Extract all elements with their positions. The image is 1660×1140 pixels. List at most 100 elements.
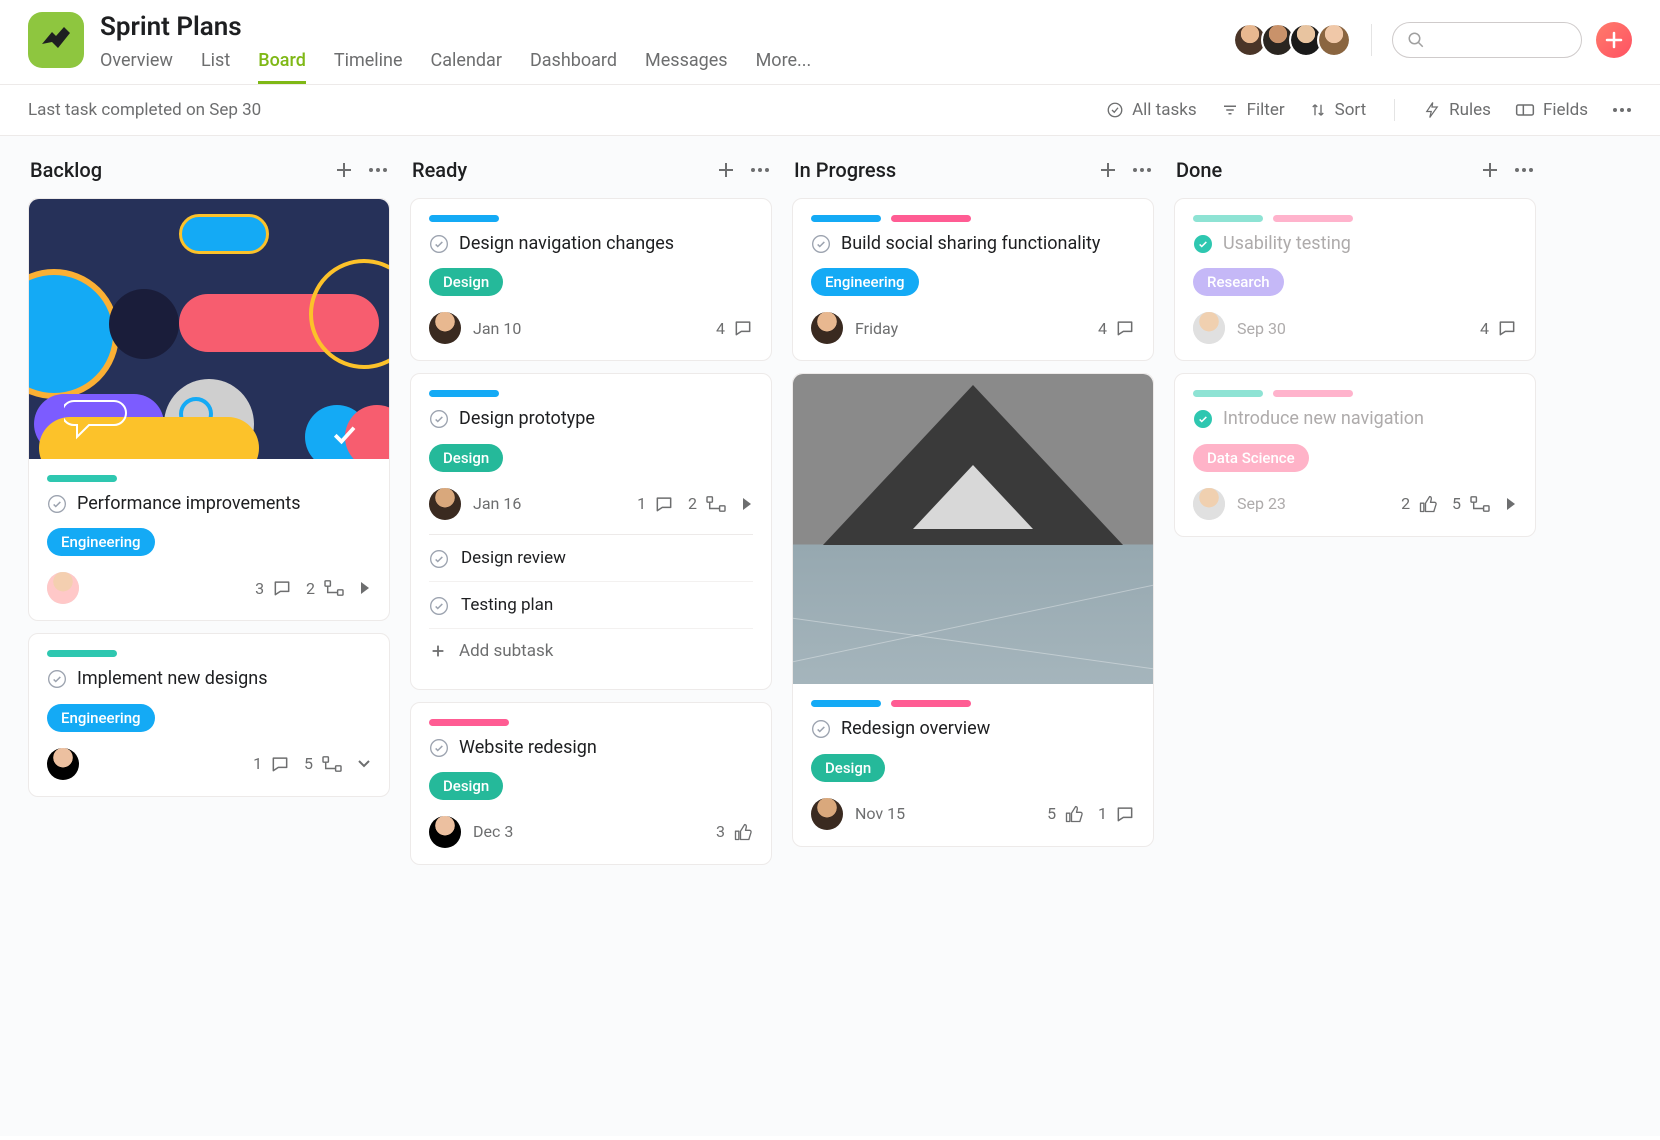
card-stripes (1193, 215, 1517, 222)
tab-dashboard[interactable]: Dashboard (530, 50, 617, 84)
sort-button[interactable]: Sort (1309, 100, 1367, 120)
tab-list[interactable]: List (201, 50, 230, 84)
assignee-avatar[interactable] (429, 488, 461, 520)
check-circle-icon[interactable] (47, 669, 67, 689)
assignee-avatar[interactable] (429, 312, 461, 344)
card[interactable]: Performance improvements Engineering 3 2 (28, 198, 390, 621)
add-card-button[interactable] (1480, 160, 1500, 180)
filter-button[interactable]: Filter (1221, 100, 1285, 120)
card-footer: Jan 10 4 (429, 312, 753, 344)
add-card-button[interactable] (1098, 160, 1118, 180)
card[interactable]: Redesign overview Design Nov 15 5 1 (792, 373, 1154, 846)
assignee-avatar[interactable] (1193, 488, 1225, 520)
card-footer: 1 5 (47, 748, 371, 780)
tag[interactable]: Engineering (47, 704, 155, 732)
card-title: Design navigation changes (459, 232, 674, 256)
assignee-avatar[interactable] (811, 798, 843, 830)
tab-calendar[interactable]: Calendar (431, 50, 502, 84)
like-count[interactable]: 2 (1401, 494, 1438, 514)
column-more-button[interactable] (1132, 160, 1152, 180)
column-more-button[interactable] (368, 160, 388, 180)
subtask-title: Testing plan (461, 595, 553, 615)
comment-count[interactable]: 1 (637, 494, 674, 514)
check-circle-icon[interactable] (47, 494, 67, 514)
tab-overview[interactable]: Overview (100, 50, 173, 84)
comment-count[interactable]: 3 (255, 578, 292, 598)
column-title: In Progress (794, 158, 1098, 182)
card[interactable]: Website redesign Design Dec 3 3 (410, 702, 772, 865)
comment-count[interactable]: 1 (1098, 804, 1135, 824)
tag[interactable]: Engineering (47, 528, 155, 556)
check-circle-icon[interactable] (429, 549, 449, 569)
subtask-count[interactable]: 5 (304, 754, 343, 773)
card[interactable]: Introduce new navigation Data Science Se… (1174, 373, 1536, 536)
search-input[interactable] (1392, 22, 1582, 58)
fields-button[interactable]: Fields (1515, 100, 1588, 120)
tag[interactable]: Design (429, 268, 503, 296)
project-icon (28, 12, 84, 68)
tag[interactable]: Design (811, 754, 885, 782)
like-count[interactable]: 3 (716, 822, 753, 842)
tag[interactable]: Engineering (811, 268, 919, 296)
assignee-avatar[interactable] (811, 312, 843, 344)
column-more-button[interactable] (750, 160, 770, 180)
tab-board[interactable]: Board (258, 50, 306, 84)
check-circle-icon[interactable] (429, 738, 449, 758)
card[interactable]: Design navigation changes Design Jan 10 … (410, 198, 772, 361)
tag[interactable]: Data Science (1193, 444, 1309, 472)
card[interactable]: Design prototype Design Jan 16 1 2 Desig… (410, 373, 772, 689)
assignee-avatar[interactable] (1193, 312, 1225, 344)
card[interactable]: Implement new designs Engineering 1 5 (28, 633, 390, 796)
assignee-avatar[interactable] (47, 748, 79, 780)
add-button[interactable] (1596, 22, 1632, 58)
assignee-avatar[interactable] (429, 816, 461, 848)
check-circle-icon[interactable] (429, 409, 449, 429)
tag[interactable]: Research (1193, 268, 1284, 296)
subtask[interactable]: Testing plan (429, 582, 753, 629)
tab-messages[interactable]: Messages (645, 50, 728, 84)
stripe (1193, 390, 1263, 397)
check-circle-icon[interactable] (1193, 409, 1213, 429)
check-circle-icon[interactable] (1193, 234, 1213, 254)
plus-icon (1604, 30, 1624, 50)
play-count[interactable] (741, 497, 753, 511)
chevron-count[interactable] (357, 759, 371, 769)
subtask-count[interactable]: 2 (688, 494, 727, 513)
tag[interactable]: Design (429, 444, 503, 472)
column-title: Ready (412, 158, 716, 182)
play-count[interactable] (359, 581, 371, 595)
add-card-button[interactable] (334, 160, 354, 180)
tag[interactable]: Design (429, 772, 503, 800)
card-title-row: Website redesign (429, 736, 753, 760)
column-more-button[interactable] (1514, 160, 1534, 180)
card-footer: Nov 15 5 1 (811, 798, 1135, 830)
add-card-button[interactable] (716, 160, 736, 180)
more-button[interactable] (1612, 107, 1632, 113)
check-circle-icon[interactable] (811, 234, 831, 254)
rules-button[interactable]: Rules (1423, 100, 1491, 120)
due-date: Nov 15 (855, 804, 1035, 823)
add-subtask-button[interactable]: Add subtask (429, 629, 753, 673)
tab-more[interactable]: More... (756, 50, 812, 84)
assignee-avatar[interactable] (47, 572, 79, 604)
comment-count[interactable]: 4 (716, 318, 753, 338)
all-tasks-button[interactable]: All tasks (1106, 100, 1197, 120)
like-count[interactable]: 5 (1047, 804, 1084, 824)
comment-count[interactable]: 4 (1480, 318, 1517, 338)
card[interactable]: Build social sharing functionality Engin… (792, 198, 1154, 361)
avatar[interactable] (1317, 23, 1351, 57)
subtask-count[interactable]: 5 (1452, 494, 1491, 513)
check-circle-icon[interactable] (811, 719, 831, 739)
check-circle-icon[interactable] (429, 596, 449, 616)
card-stripes (429, 719, 753, 726)
subtask-count[interactable]: 2 (306, 579, 345, 598)
filter-icon (1221, 101, 1239, 119)
tab-timeline[interactable]: Timeline (334, 50, 403, 84)
subtask[interactable]: Design review (429, 535, 753, 582)
member-avatars[interactable] (1233, 23, 1351, 57)
comment-count[interactable]: 1 (253, 754, 290, 774)
card[interactable]: Usability testing Research Sep 30 4 (1174, 198, 1536, 361)
comment-count[interactable]: 4 (1098, 318, 1135, 338)
play-count[interactable] (1505, 497, 1517, 511)
check-circle-icon[interactable] (429, 234, 449, 254)
